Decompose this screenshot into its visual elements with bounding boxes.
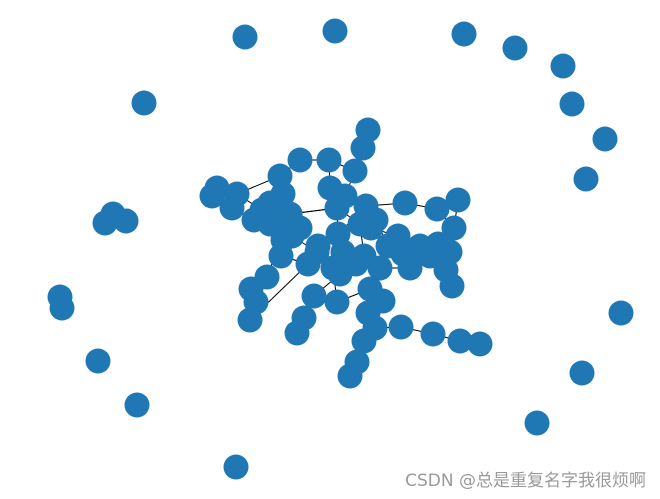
- isolated-node: [113, 208, 139, 234]
- graph-node: [287, 147, 313, 173]
- graph-node: [254, 264, 280, 290]
- isolated-node: [502, 35, 528, 61]
- graph-node: [316, 147, 342, 173]
- graph-node: [337, 363, 363, 389]
- graph-node: [284, 320, 310, 346]
- graph-node: [257, 211, 283, 237]
- isolated-node: [524, 410, 550, 436]
- graph-node: [350, 135, 376, 161]
- isolated-node: [49, 295, 75, 321]
- graph-nodes: [47, 18, 634, 480]
- graph-node: [375, 233, 401, 259]
- graph-node: [388, 314, 414, 340]
- isolated-node: [550, 53, 576, 79]
- graph-node: [347, 211, 373, 237]
- graph-node: [301, 283, 327, 309]
- graph-node: [392, 190, 418, 216]
- graph-node: [420, 321, 446, 347]
- isolated-node: [569, 360, 595, 386]
- graph-node: [224, 181, 250, 207]
- isolated-node: [573, 166, 599, 192]
- graph-node: [467, 331, 493, 357]
- graph-node: [351, 243, 377, 269]
- graph-node: [417, 243, 443, 269]
- isolated-node: [131, 90, 157, 116]
- isolated-node: [559, 91, 585, 117]
- isolated-node: [608, 300, 634, 326]
- network-graph: [47, 18, 634, 480]
- isolated-node: [223, 454, 249, 480]
- isolated-node: [592, 126, 618, 152]
- graph-node: [445, 187, 471, 213]
- graph-node: [342, 158, 368, 184]
- graph-node: [283, 213, 309, 239]
- isolated-node: [85, 348, 111, 374]
- isolated-node: [124, 392, 150, 418]
- isolated-node: [451, 21, 477, 47]
- watermark: CSDN @总是重复名字我很烦啊: [405, 471, 646, 491]
- graph-node: [324, 289, 350, 315]
- isolated-node: [322, 18, 348, 44]
- isolated-node: [232, 24, 258, 50]
